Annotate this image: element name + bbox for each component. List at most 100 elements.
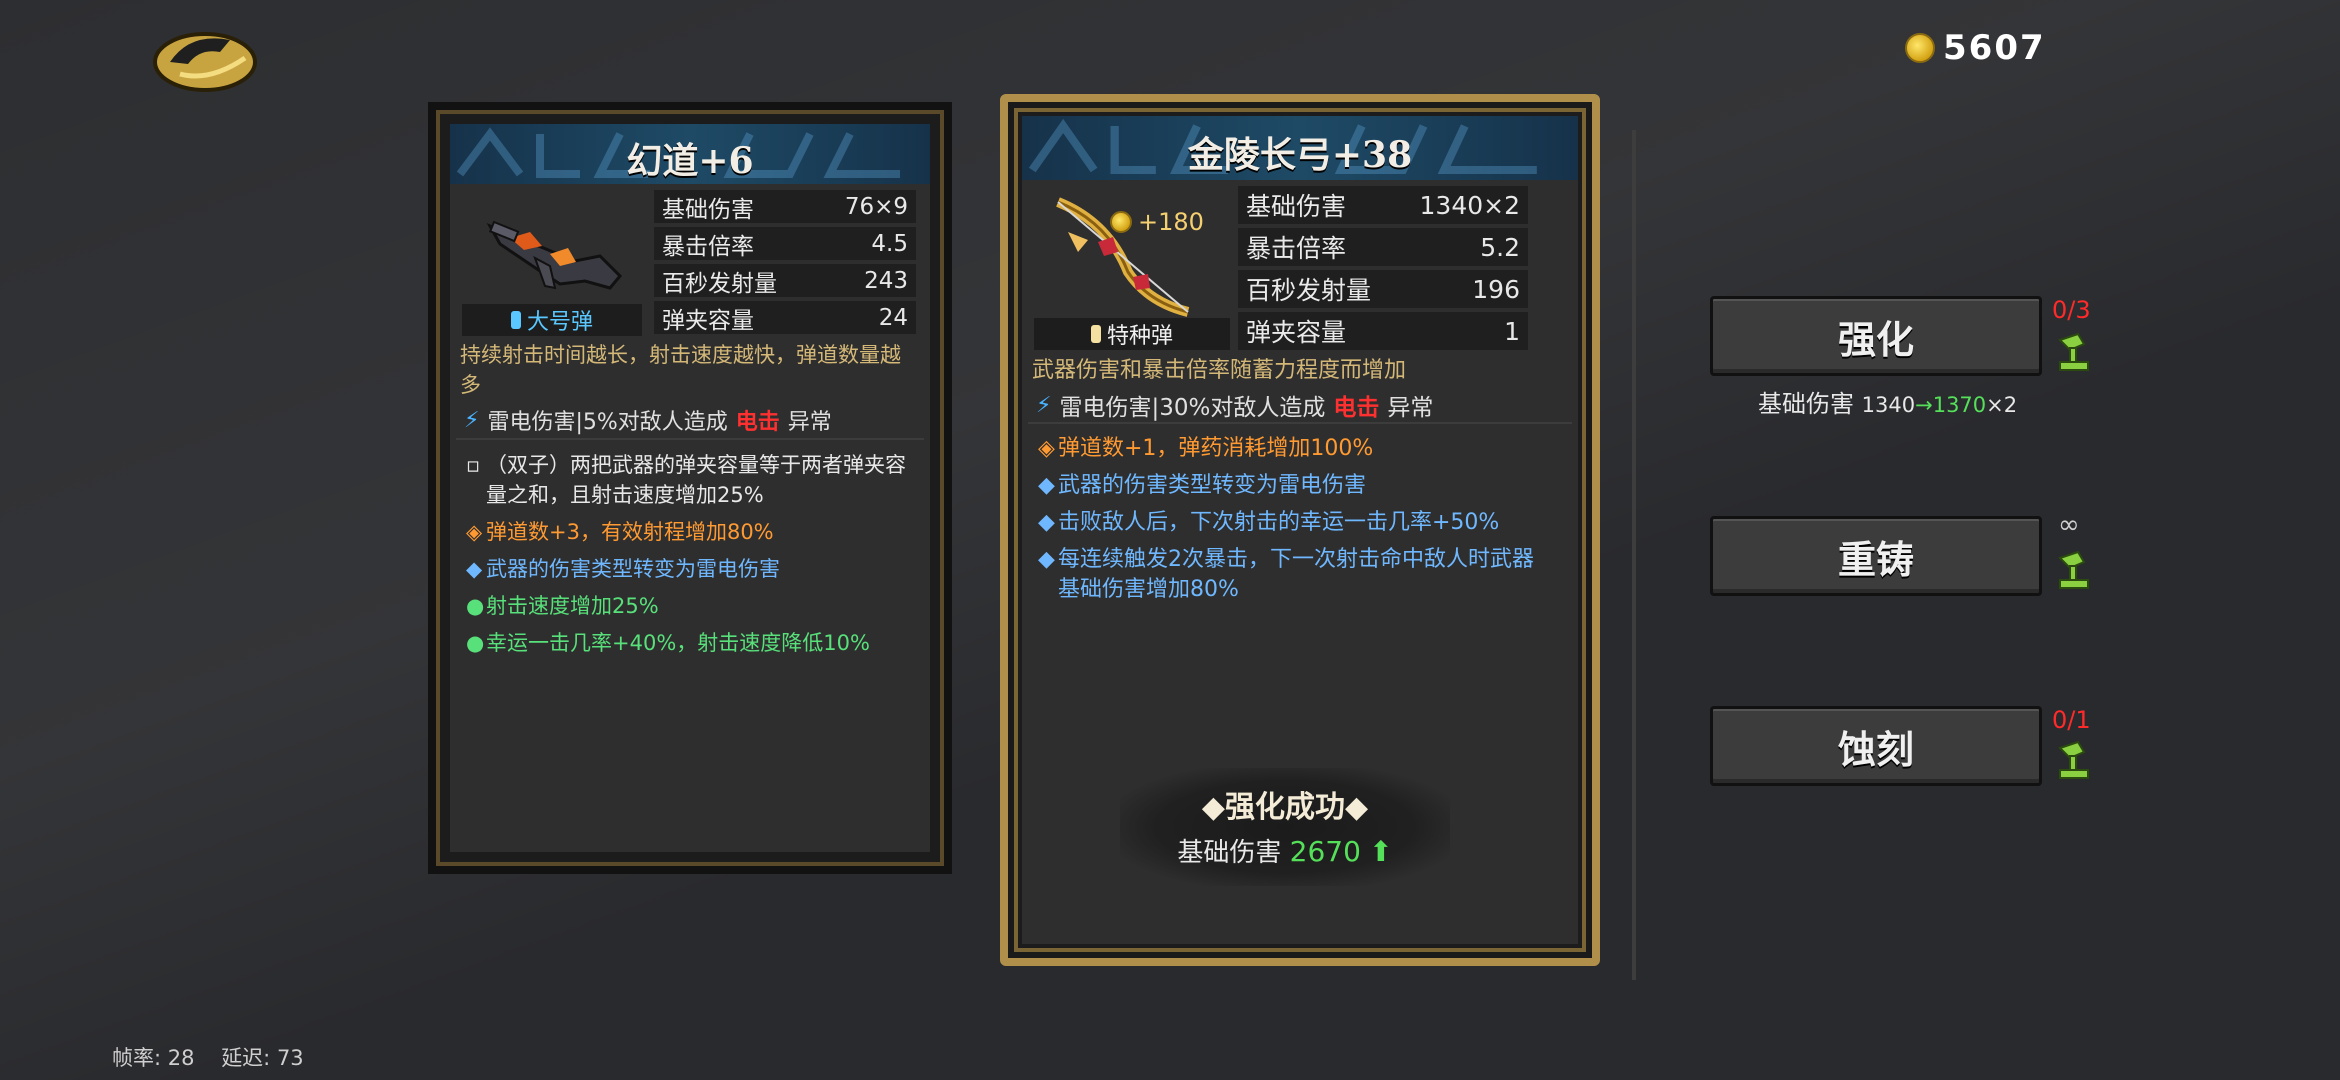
hammer-icon (2058, 332, 2089, 371)
trait-item: ▫ （双子）两把武器的弹夹容量等于两者弹夹容量之和，且射击速度增加25% (466, 450, 916, 510)
trait-item: ◆ 武器的伤害类型转变为雷电伤害 (1038, 471, 1538, 501)
stat-row: 百秒发射量 196 (1238, 270, 1528, 308)
trait-text: 每连续触发2次暴击，下一次射击命中敌人时武器基础伤害增加80% (1058, 547, 1534, 602)
ammo-type-label: 大号弹 (526, 310, 593, 335)
preview-to: 1370 (1932, 393, 1987, 417)
trait-text: 击败敌人后，下次射击的幸运一击几率+50% (1058, 510, 1500, 535)
preview-from: 1340 (1861, 393, 1916, 417)
lightning-icon: ⚡ (1036, 392, 1052, 418)
stat-label: 弹夹容量 (1246, 318, 1347, 347)
trait-item: ◆ 击败敌人后，下次射击的幸运一击几率+50% (1038, 508, 1538, 538)
lightning-icon: ⚡ (464, 407, 480, 433)
stat-label: 暴击倍率 (1246, 234, 1347, 263)
stat-value: 24 (878, 304, 908, 331)
trait-mark: ◆ (1038, 547, 1055, 572)
weapon-description: 武器伤害和暴击倍率随蓄力程度而增加 (1032, 358, 1407, 383)
ammo-type-tag: 大号弹 (462, 304, 642, 336)
enhance-count: 0/3 (2052, 296, 2091, 324)
card-header: 金陵长弓+38 (1022, 116, 1578, 180)
trait-text: （双子）两把武器的弹夹容量等于两者弹夹容量之和，且射击速度增加25% (486, 453, 906, 507)
stat-value: 1 (1504, 316, 1520, 346)
stat-row: 弹夹容量 1 (1238, 312, 1528, 350)
trait-item: ◈ 弹道数+1，弹药消耗增加100% (1038, 434, 1538, 464)
trait-list: ▫ （双子）两把武器的弹夹容量等于两者弹夹容量之和，且射击速度增加25% ◈ 弹道数… (466, 450, 916, 665)
coin-icon (1905, 33, 1935, 63)
divider-line (1028, 422, 1572, 424)
ammo-type-label: 特种弹 (1106, 324, 1173, 349)
weapon-description: 持续射击时间越长，射击速度越快，弹道数量越多 (460, 343, 901, 397)
card-body: 幻道+6 大号弹 基础伤害 76×9 暴击倍率 4.5 百秒发射量 243 弹夹容量 2… (450, 124, 930, 852)
stat-label: 弹夹容量 (662, 307, 754, 334)
weapon-title: 幻道+6 (626, 140, 754, 182)
price-value: +180 (1138, 208, 1204, 236)
element-highlight: 电击 (735, 410, 780, 435)
weapon-card-left[interactable]: 幻道+6 大号弹 基础伤害 76×9 暴击倍率 4.5 百秒发射量 243 弹夹容量 2… (428, 102, 952, 874)
price-tag: +180 (1110, 208, 1204, 236)
stat-label: 暴击倍率 (662, 233, 754, 260)
stats-table: 基础伤害 1340×2 暴击倍率 5.2 百秒发射量 196 弹夹容量 1 (1238, 186, 1528, 354)
preview-suffix: ×2 (1986, 393, 2018, 417)
stat-row: 弹夹容量 24 (654, 301, 916, 334)
success-value: 2670 (1289, 835, 1361, 868)
reforge-button[interactable]: 重铸 (1710, 516, 2042, 596)
enhance-button[interactable]: 强化 (1710, 296, 2042, 376)
trait-text: 武器的伤害类型转变为雷电伤害 (1058, 473, 1367, 498)
hammer-icon (2058, 740, 2089, 779)
bullet-icon (1090, 325, 1101, 343)
performance-stats: 帧率: 28 延迟: 73 (112, 1042, 304, 1072)
trait-mark: ◆ (466, 557, 483, 581)
coin-icon (1110, 211, 1132, 233)
fps-label: 帧率: 28 (112, 1046, 195, 1070)
trait-list: ◈ 弹道数+1，弹药消耗增加100% ◆ 武器的伤害类型转变为雷电伤害 ◆ 击败敌人后… (1038, 434, 1538, 612)
stat-row: 基础伤害 76×9 (654, 190, 916, 223)
trait-item: ◆ 武器的伤害类型转变为雷电伤害 (466, 554, 916, 584)
stat-row: 暴击倍率 5.2 (1238, 228, 1528, 266)
success-label: 基础伤害 (1177, 838, 1282, 868)
trait-mark: ◈ (466, 520, 483, 544)
trait-mark: ● (466, 594, 485, 618)
trait-item: ◆ 每连续触发2次暴击，下一次射击命中敌人时武器基础伤害增加80% (1038, 545, 1538, 605)
trait-mark: ▫ (466, 453, 481, 477)
stat-value: 1340×2 (1419, 190, 1520, 220)
trait-mark: ◆ (1038, 510, 1055, 535)
stat-value: 5.2 (1480, 232, 1520, 262)
coin-amount: 5607 (1943, 28, 2046, 68)
stat-row: 暴击倍率 4.5 (654, 227, 916, 260)
enhance-preview: 基础伤害 1340→1370×2 (1758, 384, 2017, 419)
divider-line (456, 438, 924, 440)
ammo-type-tag: 特种弹 (1034, 318, 1230, 350)
stat-value: 4.5 (871, 230, 908, 257)
arrow-right-icon: → (1915, 393, 1933, 417)
bullet-icon (510, 311, 521, 329)
element-suffix: 异常 (787, 410, 832, 435)
element-prefix: 雷电伤害|30%对敌人造成 (1059, 395, 1326, 421)
stat-row: 百秒发射量 243 (654, 264, 916, 297)
trait-text: 弹道数+1，弹药消耗增加100% (1058, 436, 1374, 461)
latency-label: 延迟: 73 (221, 1046, 304, 1070)
element-effect: ⚡ 雷电伤害|5%对敌人造成 电击 异常 (464, 404, 832, 436)
stat-row: 基础伤害 1340×2 (1238, 186, 1528, 224)
up-arrow-icon: ⬆ (1369, 835, 1393, 868)
success-title: ◆强化成功◆ (1201, 790, 1369, 825)
stats-table: 基础伤害 76×9 暴击倍率 4.5 百秒发射量 243 弹夹容量 24 (654, 190, 916, 338)
back-arrow-icon[interactable] (150, 22, 260, 94)
element-prefix: 雷电伤害|5%对敌人造成 (487, 410, 728, 435)
trait-mark: ◆ (1038, 473, 1055, 498)
hammer-icon (2058, 550, 2089, 589)
trait-item: ◈ 弹道数+3，有效射程增加80% (466, 517, 916, 547)
rocket-launcher-icon (480, 196, 630, 306)
preview-label: 基础伤害 (1758, 390, 1854, 418)
panel-divider (1632, 130, 1636, 980)
success-detail: 基础伤害 2670 ⬆ (1120, 832, 1450, 869)
element-suffix: 异常 (1387, 395, 1434, 421)
reforge-count: ∞ (2058, 510, 2080, 540)
trait-item: ● 幸运一击几率+40%，射击速度降低10% (466, 628, 916, 658)
trait-text: 弹道数+3，有效射程增加80% (486, 520, 774, 544)
coin-counter: 5607 (1905, 28, 2046, 68)
stat-value: 243 (864, 267, 908, 294)
stat-value: 76×9 (844, 193, 908, 220)
engrave-button[interactable]: 蚀刻 (1710, 706, 2042, 786)
element-effect: ⚡ 雷电伤害|30%对敌人造成 电击 异常 (1036, 388, 1433, 422)
element-highlight: 电击 (1333, 395, 1380, 421)
trait-mark: ● (466, 631, 485, 655)
